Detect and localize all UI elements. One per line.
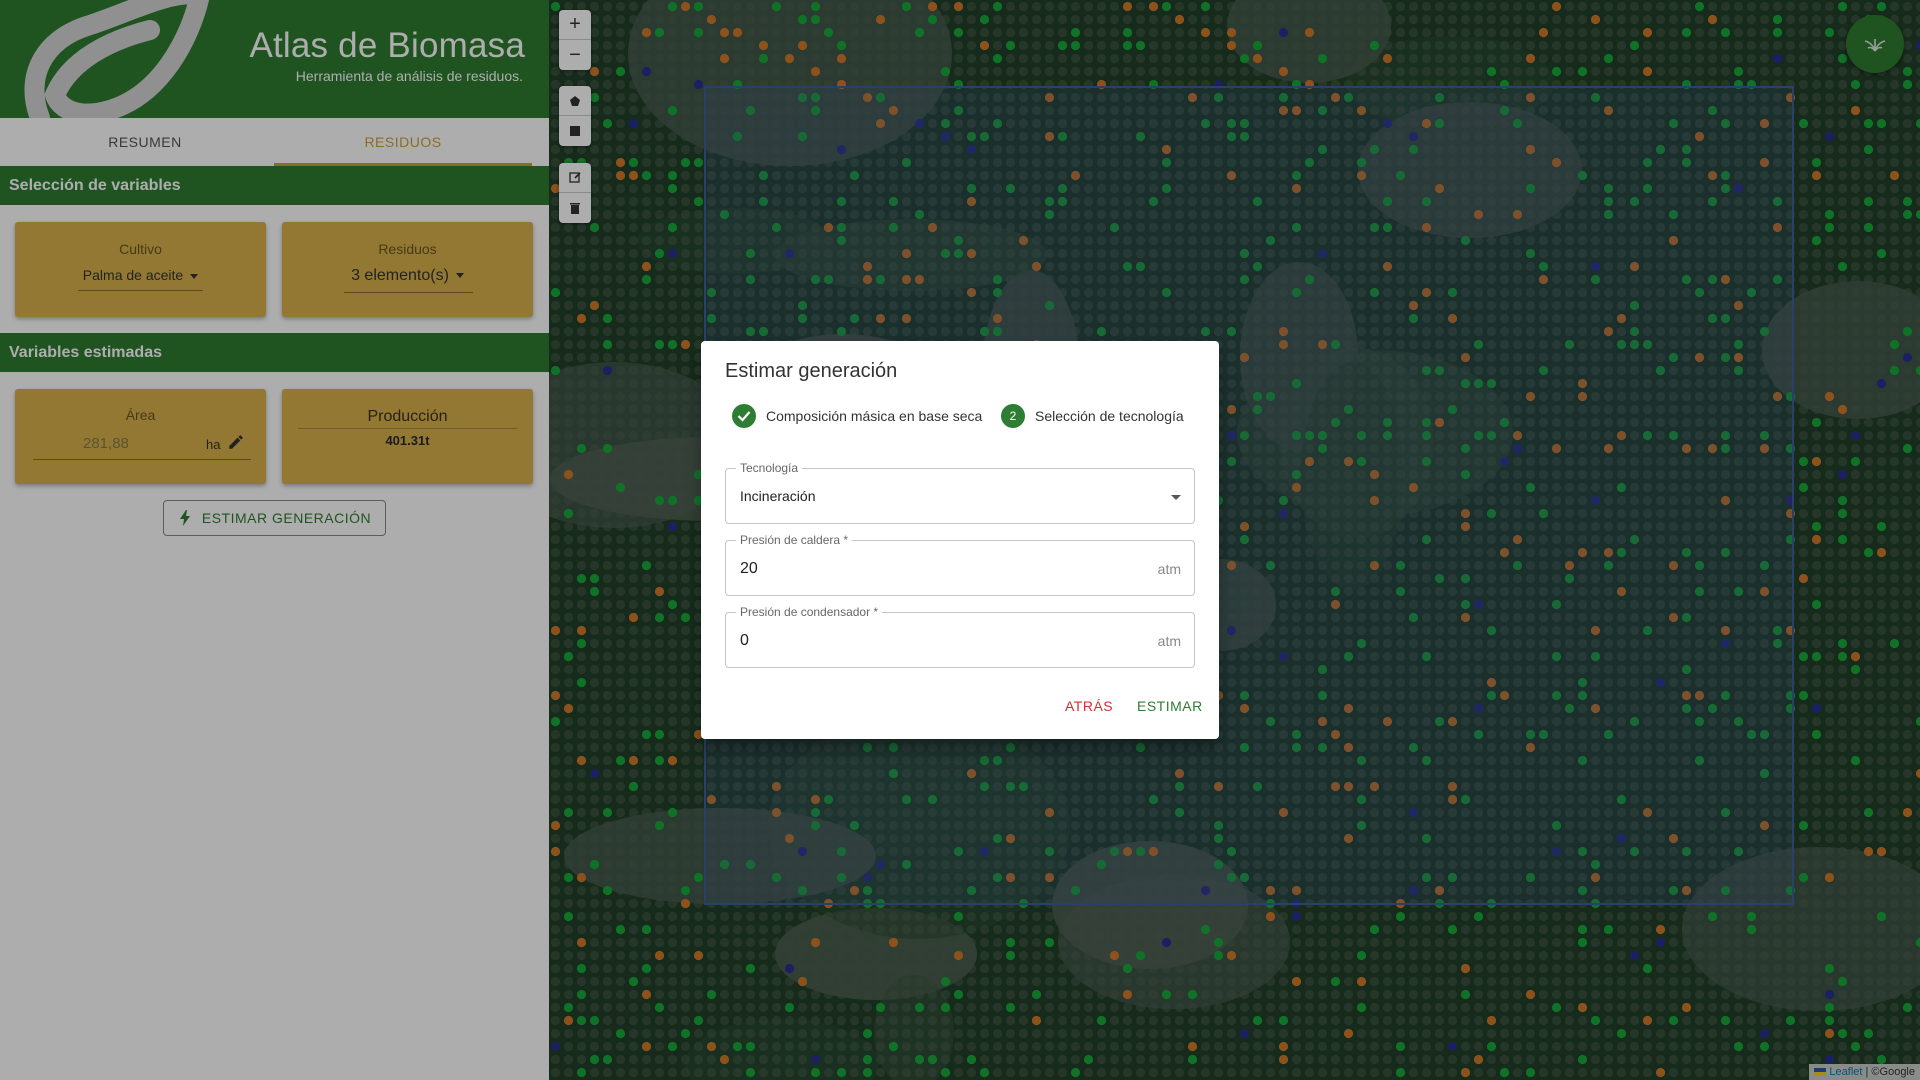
step-composicion: Composición másica en base seca bbox=[732, 404, 982, 428]
check-icon bbox=[732, 404, 756, 428]
presion-condensador-label: Presión de condensador * bbox=[736, 605, 883, 619]
presion-condensador-field[interactable]: Presión de condensador * 0 atm bbox=[725, 605, 1195, 668]
step-2-label: Selección de tecnología bbox=[1035, 408, 1184, 424]
step-2-number: 2 bbox=[1001, 404, 1025, 428]
step-tecnologia: 2 Selección de tecnología bbox=[1001, 404, 1184, 428]
chevron-down-icon bbox=[1171, 495, 1181, 500]
estimar-generacion-dialog: Estimar generación Composición másica en… bbox=[701, 341, 1219, 739]
back-button[interactable]: ATRÁS bbox=[1065, 698, 1113, 714]
dialog-title: Estimar generación bbox=[725, 360, 898, 382]
presion-caldera-unit: atm bbox=[1157, 561, 1181, 577]
presion-caldera-value[interactable]: 20 bbox=[740, 560, 758, 578]
tecnologia-label: Tecnología bbox=[736, 461, 803, 475]
presion-caldera-field[interactable]: Presión de caldera * 20 atm bbox=[725, 533, 1195, 596]
presion-caldera-label: Presión de caldera * bbox=[736, 533, 853, 547]
step-1-label: Composición másica en base seca bbox=[766, 408, 983, 424]
presion-condensador-value[interactable]: 0 bbox=[740, 632, 749, 650]
presion-condensador-unit: atm bbox=[1157, 633, 1181, 649]
tecnologia-value: Incineración bbox=[740, 488, 816, 504]
tecnologia-select[interactable]: Tecnología Incineración bbox=[725, 461, 1195, 524]
estimar-button[interactable]: ESTIMAR bbox=[1137, 698, 1203, 714]
